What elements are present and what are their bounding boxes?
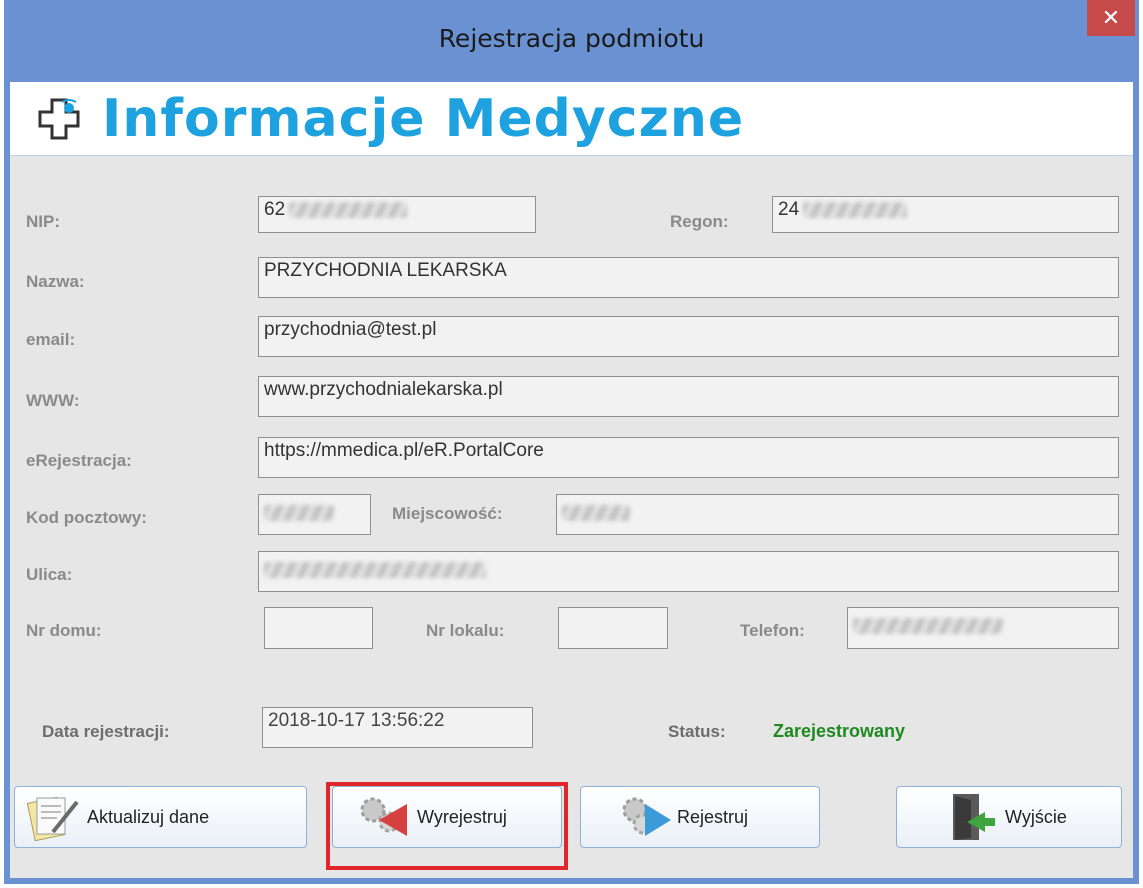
- aktualizuj-dane-label: Aktualizuj dane: [87, 806, 210, 827]
- wyjscie-label: Wyjście: [1005, 806, 1067, 827]
- miejscowosc-label: Miejscowość:: [392, 504, 503, 523]
- edit-document-icon: [26, 796, 79, 842]
- telefon-label: Telefon:: [740, 621, 805, 640]
- nip-value: 62: [264, 199, 286, 220]
- nr-lokalu-field[interactable]: [558, 607, 668, 649]
- kod-pocztowy-field[interactable]: [258, 494, 371, 535]
- highlight-frame: [326, 782, 568, 870]
- aktualizuj-dane-button[interactable]: Aktualizuj dane: [14, 786, 307, 848]
- nr-lokalu-label: Nr lokalu:: [426, 621, 505, 640]
- nazwa-label: Nazwa:: [26, 272, 85, 291]
- medical-cross-icon: [38, 98, 80, 140]
- status-value: Zarejestrowany: [773, 721, 906, 741]
- nip-field[interactable]: 62: [258, 196, 536, 233]
- erejestracja-label: eRejestracja:: [26, 451, 132, 470]
- miejscowosc-field[interactable]: [556, 494, 1119, 535]
- erejestracja-field[interactable]: https://mmedica.pl/eR.PortalCore: [258, 437, 1119, 478]
- redacted-mark: [562, 505, 630, 521]
- exit-door-icon: [953, 794, 995, 840]
- dialog-window: Rejestracja podmiotu ✕ Informacje Medycz…: [4, 0, 1139, 884]
- email-field[interactable]: przychodnia@test.pl: [258, 316, 1119, 357]
- banner-title: Informacje Medyczne: [102, 89, 745, 149]
- redacted-mark: [853, 618, 1003, 634]
- regon-label: Regon:: [670, 212, 729, 231]
- regon-field[interactable]: 24: [772, 196, 1119, 233]
- nip-label: NIP:: [26, 212, 60, 231]
- form-area: NIP: 62 Regon: 24 Nazwa: PRZYCHODNIA LEK…: [10, 156, 1133, 878]
- window-title: Rejestracja podmiotu: [438, 24, 705, 53]
- ulica-label: Ulica:: [26, 565, 73, 584]
- telefon-field[interactable]: [847, 607, 1119, 649]
- redacted-mark: [289, 201, 408, 218]
- ulica-field[interactable]: [258, 551, 1119, 592]
- rejestruj-button[interactable]: Rejestruj: [580, 786, 820, 848]
- status-label: Status:: [668, 722, 726, 741]
- redacted-mark: [264, 505, 334, 521]
- rejestruj-label: Rejestruj: [677, 806, 749, 827]
- redacted-mark: [264, 562, 486, 578]
- redacted-mark: [803, 201, 908, 218]
- www-label: WWW:: [26, 391, 80, 410]
- kod-pocztowy-label: Kod pocztowy:: [26, 508, 147, 527]
- email-label: email:: [26, 330, 76, 349]
- close-button[interactable]: ✕: [1087, 0, 1135, 36]
- title-bar: Rejestracja podmiotu ✕: [4, 0, 1139, 80]
- nazwa-field[interactable]: PRZYCHODNIA LEKARSKA: [258, 257, 1119, 298]
- nr-domu-field[interactable]: [264, 607, 373, 649]
- data-rejestracji-label: Data rejestracji:: [42, 722, 170, 741]
- wyjscie-button[interactable]: Wyjście: [896, 786, 1122, 848]
- nr-domu-label: Nr domu:: [26, 621, 102, 640]
- register-gears-icon: [622, 797, 671, 836]
- banner: Informacje Medyczne: [10, 82, 1133, 156]
- data-rejestracji-field: 2018-10-17 13:56:22: [262, 707, 533, 748]
- regon-value: 24: [778, 199, 800, 220]
- www-field[interactable]: www.przychodnialekarska.pl: [258, 376, 1119, 417]
